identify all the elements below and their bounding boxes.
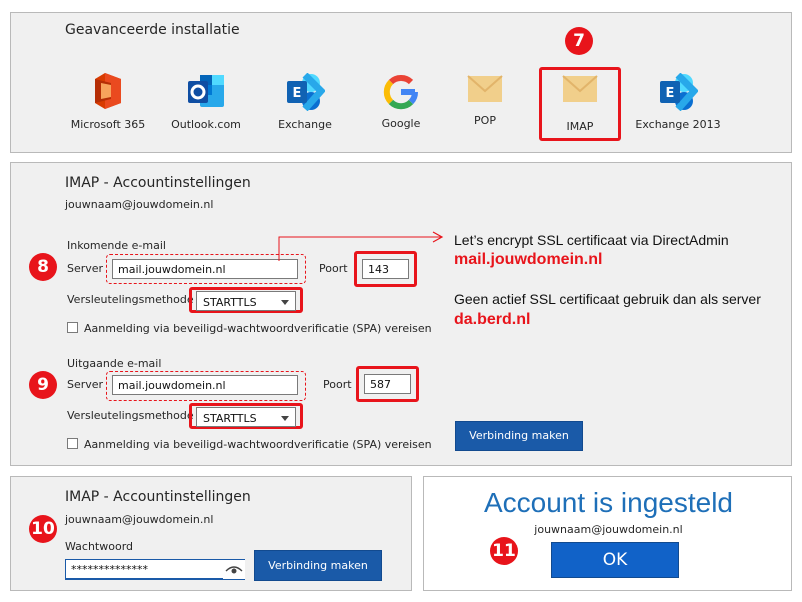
svg-text:E: E (666, 86, 675, 101)
outgoing-spa-checkbox[interactable] (67, 438, 78, 449)
eye-icon[interactable] (223, 560, 245, 579)
provider-pop[interactable]: POP (451, 75, 519, 127)
provider-google[interactable]: Google (361, 73, 441, 130)
annotation-line-3: Geen actief SSL certificaat gebruik dan … (454, 291, 761, 307)
incoming-server-label: Server (67, 262, 104, 275)
google-icon (383, 75, 418, 110)
password-panel: IMAP - Accountinstellingen jouwnaam@jouw… (10, 476, 412, 591)
connect-button[interactable]: Verbinding maken (455, 421, 583, 451)
step-badge-8: 8 (29, 253, 57, 281)
password-label: Wachtwoord (65, 540, 134, 553)
annotation-line-2: mail.jouwdomein.nl (454, 251, 603, 268)
provider-panel-title: Geavanceerde installatie (65, 22, 240, 38)
provider-microsoft365[interactable]: Microsoft 365 (63, 71, 153, 131)
outgoing-spa-label: Aanmelding via beveiligd-wachtwoordverif… (84, 438, 432, 451)
incoming-port-label: Poort (319, 262, 348, 275)
provider-label: IMAP (566, 120, 594, 133)
provider-label: Exchange 2013 (635, 118, 721, 131)
provider-label: POP (474, 114, 496, 127)
provider-exchange[interactable]: E Exchange (261, 72, 349, 131)
chevron-down-icon (281, 300, 289, 305)
incoming-spa-checkbox[interactable] (67, 322, 78, 333)
outgoing-port-input[interactable]: 587 (364, 374, 411, 394)
incoming-encryption-select[interactable]: STARTTLS (196, 291, 296, 311)
password-panel-title: IMAP - Accountinstellingen (65, 489, 251, 505)
step-badge-9: 9 (29, 371, 57, 399)
provider-label: Outlook.com (171, 118, 241, 131)
step-badge-10: 10 (29, 515, 57, 543)
password-panel-email: jouwnaam@jouwdomein.nl (65, 513, 214, 526)
password-connect-button[interactable]: Verbinding maken (254, 550, 382, 581)
provider-exchange2013[interactable]: E Exchange 2013 (633, 72, 723, 131)
annotation-line-4: da.berd.nl (454, 311, 531, 328)
outlook-icon (188, 75, 224, 107)
annotation-arrow-icon (278, 231, 444, 261)
account-done-email: jouwnaam@jouwdomein.nl (534, 523, 683, 536)
provider-imap[interactable]: IMAP (546, 75, 614, 133)
step-badge-7: 7 (565, 27, 593, 55)
provider-outlook[interactable]: Outlook.com (161, 73, 251, 131)
outgoing-section-label: Uitgaande e-mail (67, 357, 162, 370)
annotation-line-1: Let’s encrypt SSL certificaat via Direct… (454, 232, 729, 248)
provider-label: Microsoft 365 (70, 118, 146, 131)
provider-label: Exchange (278, 118, 332, 131)
account-done-title: Account is ingesteld (483, 487, 734, 518)
chevron-down-icon (281, 416, 289, 421)
imap-settings-panel: IMAP - Accountinstellingen jouwnaam@jouw… (10, 162, 792, 466)
svg-text:E: E (293, 86, 302, 101)
account-done-panel: Account is ingesteld jouwnaam@jouwdomein… (423, 476, 792, 591)
password-input[interactable]: ************** (65, 559, 245, 580)
incoming-section-label: Inkomende e-mail (67, 239, 166, 252)
outgoing-server-input[interactable]: mail.jouwdomein.nl (112, 375, 298, 395)
outgoing-port-label: Poort (323, 378, 352, 391)
settings-email: jouwnaam@jouwdomein.nl (65, 198, 214, 211)
outgoing-encryption-select[interactable]: STARTTLS (196, 407, 296, 427)
provider-panel: Geavanceerde installatie Microsoft 365 O… (10, 12, 792, 153)
incoming-encryption-label: Versleutelingsmethode (67, 293, 194, 306)
outgoing-encryption-label: Versleutelingsmethode (67, 409, 194, 422)
envelope-icon (467, 75, 503, 102)
incoming-encryption-value: STARTTLS (203, 296, 257, 309)
step-badge-11: 11 (490, 537, 518, 565)
outgoing-encryption-value: STARTTLS (203, 412, 257, 425)
exchange-icon: E (287, 72, 326, 112)
password-value: ************** (71, 563, 148, 576)
provider-label: Google (381, 117, 421, 130)
incoming-spa-label: Aanmelding via beveiligd-wachtwoordverif… (84, 322, 432, 335)
office365-icon (95, 73, 121, 109)
ok-button[interactable]: OK (551, 542, 679, 578)
exchange-icon: E (660, 72, 699, 112)
settings-title: IMAP - Accountinstellingen (65, 175, 251, 191)
envelope-icon (562, 75, 598, 102)
outgoing-server-label: Server (67, 378, 104, 391)
